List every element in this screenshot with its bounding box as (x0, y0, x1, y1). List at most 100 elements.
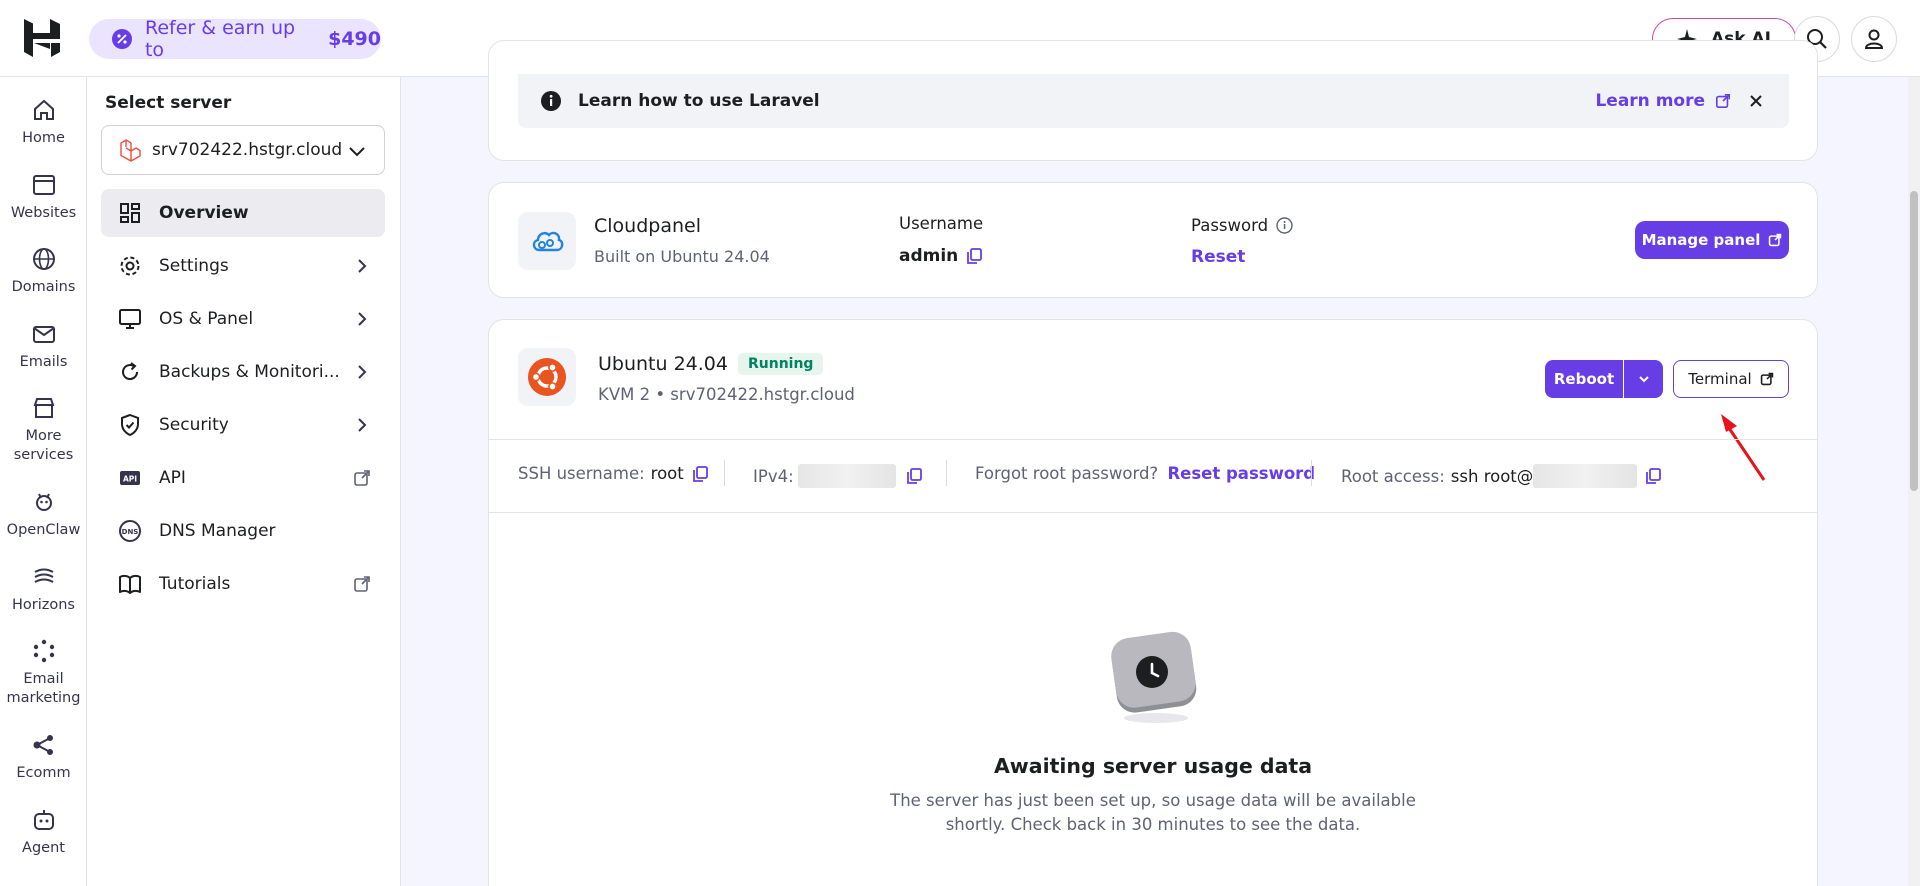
usage-line-1: The server has just been set up, so usag… (890, 791, 1416, 810)
server-nav: Select server srv702422.hstgr.cloud Over… (87, 77, 401, 886)
user-icon (1864, 29, 1884, 49)
external-link-icon (1769, 233, 1782, 247)
refer-amount: $490 (328, 28, 381, 50)
agent-icon (33, 810, 54, 830)
terminal-label: Terminal (1688, 370, 1752, 388)
scrollbar-thumb[interactable] (1910, 191, 1918, 491)
nav-item-api[interactable]: API API (101, 454, 385, 502)
page-scrollbar[interactable] (1908, 77, 1920, 886)
cloudpanel-built-on: Built on Ubuntu 24.04 (594, 247, 770, 266)
server-card: Ubuntu 24.04 Running KVM 2 • srv702422.hs… (488, 319, 1818, 886)
server-access-row: SSH username: root IPv4: Forgot root pas… (489, 439, 1817, 513)
learn-more-link[interactable]: Learn more (1595, 91, 1731, 111)
rail-item-domains[interactable]: Domains (0, 246, 87, 297)
copy-icon[interactable] (966, 248, 983, 264)
cloud-icon (532, 231, 564, 252)
rail-item-horizons[interactable]: Horizons (0, 564, 87, 615)
nav-label-dns-manager: DNS Manager (159, 521, 276, 541)
learn-more-label: Learn more (1595, 91, 1705, 111)
cloudpanel-card: Cloudpanel Built on Ubuntu 24.04 Usernam… (488, 182, 1818, 298)
hostinger-logo[interactable] (24, 19, 60, 57)
rail-item-more-services[interactable]: More services (0, 395, 87, 465)
password-reset-link[interactable]: Reset (1191, 247, 1245, 267)
info-circle-icon[interactable] (1276, 217, 1293, 234)
root-value: ssh root@ (1450, 466, 1534, 486)
rail-label-more-services: More services (13, 428, 74, 463)
external-link-icon (354, 470, 370, 486)
svg-text:API: API (123, 475, 137, 484)
ecommerce-icon (33, 735, 53, 755)
horizons-icon (34, 568, 53, 583)
chevron-right-icon (358, 259, 367, 273)
server-select-value: srv702422.hstgr.cloud (152, 140, 343, 160)
copy-icon[interactable] (1645, 468, 1662, 484)
home-icon (33, 99, 54, 120)
account-button[interactable] (1851, 16, 1897, 62)
nav-item-os-panel[interactable]: OS & Panel (101, 295, 385, 343)
nav-item-overview[interactable]: Overview (101, 189, 385, 237)
nav-label-backups: Backups & Monitori... (159, 362, 340, 382)
nav-item-security[interactable]: Security (101, 401, 385, 449)
nav-label-overview: Overview (159, 203, 249, 223)
rail-item-agent[interactable]: Agent (0, 807, 87, 858)
username-label: Username (899, 214, 984, 233)
shield-icon (121, 413, 139, 437)
rail-label-ecomm: Ecomm (16, 765, 71, 781)
rail-item-openclaw[interactable]: OpenClaw (0, 489, 87, 540)
username-value: admin (899, 246, 959, 266)
api-icon: API (120, 471, 140, 485)
manage-panel-button[interactable]: Manage panel (1635, 221, 1789, 259)
status-badge: Running (737, 353, 824, 375)
copy-icon[interactable] (692, 465, 708, 482)
nav-label-settings: Settings (159, 256, 229, 276)
laravel-card: Learn how to use Laravel Learn more (488, 40, 1818, 161)
external-link-icon (1715, 93, 1731, 109)
reboot-button[interactable]: Reboot (1545, 360, 1623, 398)
monitor-icon (119, 309, 141, 329)
usage-line-2: shortly. Check back in 30 minutes to see… (945, 815, 1361, 834)
ipv4-address: IPv4: (753, 464, 922, 488)
rail-label-email-marketing: Email marketing (6, 671, 81, 706)
info-icon (541, 91, 561, 111)
rail-item-email-marketing[interactable]: Email marketing (0, 638, 87, 708)
chevron-right-icon (358, 365, 367, 379)
chevron-down-icon (349, 147, 365, 157)
laravel-icon (120, 139, 141, 162)
discount-badge-icon (111, 29, 132, 49)
nav-item-settings[interactable]: Settings (101, 242, 385, 290)
server-select[interactable]: srv702422.hstgr.cloud (101, 125, 385, 175)
close-icon[interactable] (1745, 90, 1767, 112)
reboot-options-button[interactable] (1624, 360, 1663, 398)
nav-item-tutorials[interactable]: Tutorials (101, 560, 385, 608)
nav-label-api: API (159, 468, 186, 488)
rail-item-websites[interactable]: Websites (0, 172, 87, 223)
globe-icon (32, 248, 55, 270)
nav-label-os-panel: OS & Panel (159, 309, 254, 329)
email-marketing-icon (33, 639, 54, 663)
manage-panel-label: Manage panel (1641, 231, 1761, 249)
rail-item-ecomm[interactable]: Ecomm (0, 732, 87, 783)
username-value-row: admin (899, 246, 983, 266)
server-os-row: Ubuntu 24.04 Running (598, 353, 824, 375)
refer-earn-banner[interactable]: Refer & earn up to $490 (89, 17, 381, 61)
info-banner: Learn how to use Laravel Learn more (518, 74, 1789, 128)
ipv4-label: IPv4: (753, 466, 794, 486)
browser-icon (32, 175, 55, 195)
terminal-button[interactable]: Terminal (1673, 360, 1789, 398)
nav-item-backups[interactable]: Backups & Monitori... (101, 348, 385, 396)
reset-password-link[interactable]: Reset password (1167, 464, 1315, 483)
ubuntu-logo (518, 348, 576, 406)
select-server-label: Select server (105, 93, 232, 113)
password-label-row: Password (1191, 216, 1293, 235)
rail-label-websites: Websites (10, 205, 77, 221)
rail-item-home[interactable]: Home (0, 97, 87, 148)
reboot-label: Reboot (1553, 370, 1615, 388)
ipv4-redacted (797, 464, 896, 488)
rail-item-emails[interactable]: Emails (0, 321, 87, 372)
store-icon (33, 398, 54, 418)
rail-label-emails: Emails (19, 354, 68, 370)
ssh-username: SSH username: root (518, 464, 708, 483)
copy-icon[interactable] (906, 468, 922, 484)
nav-item-dns-manager[interactable]: DNS DNS Manager (101, 507, 385, 555)
cloudpanel-logo (518, 212, 576, 270)
